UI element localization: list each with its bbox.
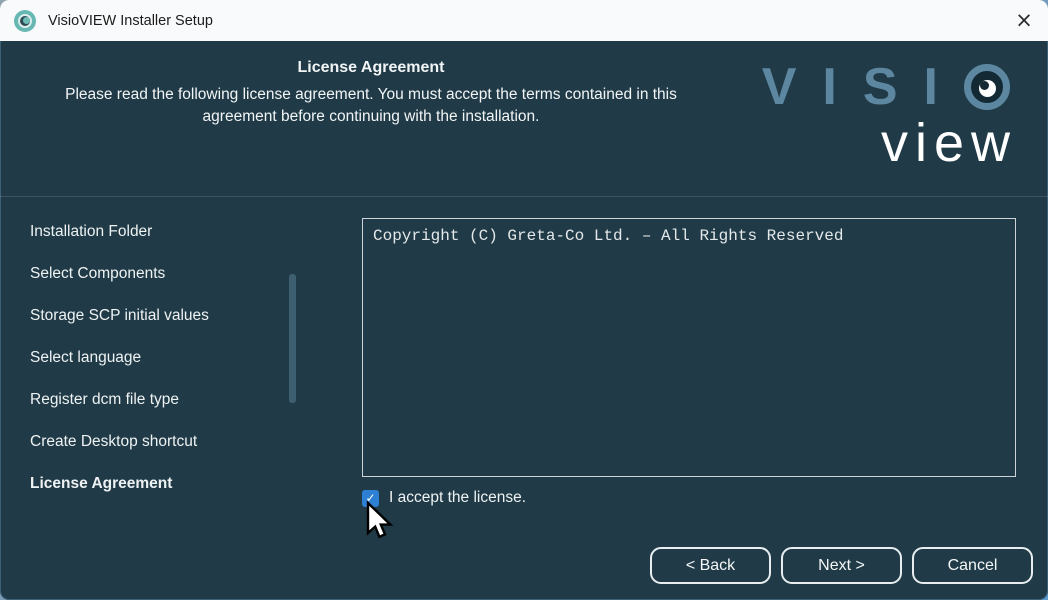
sidebar-item-select-language[interactable]: Select language xyxy=(0,337,310,379)
logo-letter: I xyxy=(924,61,938,113)
logo-eye-pupil xyxy=(979,80,996,97)
logo-letter: S xyxy=(863,61,898,113)
next-button[interactable]: Next > xyxy=(781,547,902,584)
header: License Agreement Please read the follow… xyxy=(0,41,1048,196)
wizard-button-row: < Back Next > Cancel xyxy=(650,547,1033,584)
app-eye-icon-glint xyxy=(23,17,30,24)
close-button[interactable]: × xyxy=(1000,0,1048,41)
accept-checkbox-label[interactable]: I accept the license. xyxy=(389,489,526,507)
logo-letter: V xyxy=(762,61,797,113)
window-title: VisioVIEW Installer Setup xyxy=(48,13,213,29)
logo-eye-swirl xyxy=(980,81,989,90)
logo-word-bottom: view xyxy=(762,116,1017,170)
titlebar: VisioVIEW Installer Setup × xyxy=(0,0,1048,41)
sidebar-item-register-dcm-file-type[interactable]: Register dcm file type xyxy=(0,379,310,421)
app-eye-icon xyxy=(14,10,36,32)
mouse-cursor xyxy=(366,501,394,543)
sidebar-item-create-desktop-shortcut[interactable]: Create Desktop shortcut xyxy=(0,421,310,463)
visioview-logo: V I S I view xyxy=(762,61,1010,170)
sidebar-item-storage-scp-initial-values[interactable]: Storage SCP initial values xyxy=(0,295,310,337)
license-text: Copyright (C) Greta-Co Ltd. – All Rights… xyxy=(373,227,1005,245)
logo-letter: I xyxy=(822,61,836,113)
page-description: Please read the following license agreem… xyxy=(47,84,695,128)
page-title: License Agreement xyxy=(47,59,695,77)
sidebar-item-installation-folder[interactable]: Installation Folder xyxy=(0,211,310,253)
sidebar-item-license-agreement[interactable]: License Agreement xyxy=(0,463,310,505)
header-text: License Agreement Please read the follow… xyxy=(47,59,695,128)
sidebar-scrollbar-thumb[interactable] xyxy=(289,274,296,403)
back-button[interactable]: < Back xyxy=(650,547,771,584)
license-text-area[interactable]: Copyright (C) Greta-Co Ltd. – All Rights… xyxy=(362,218,1016,477)
steps-sidebar: Installation Folder Select Components St… xyxy=(0,211,310,505)
header-divider xyxy=(0,196,1048,197)
installer-window: VisioVIEW Installer Setup × License Agre… xyxy=(0,0,1048,600)
logo-word-top: V I S I xyxy=(762,61,1010,113)
cancel-button[interactable]: Cancel xyxy=(912,547,1033,584)
close-icon: × xyxy=(1015,10,1033,31)
sidebar-item-select-components[interactable]: Select Components xyxy=(0,253,310,295)
logo-eye-icon xyxy=(964,64,1010,110)
